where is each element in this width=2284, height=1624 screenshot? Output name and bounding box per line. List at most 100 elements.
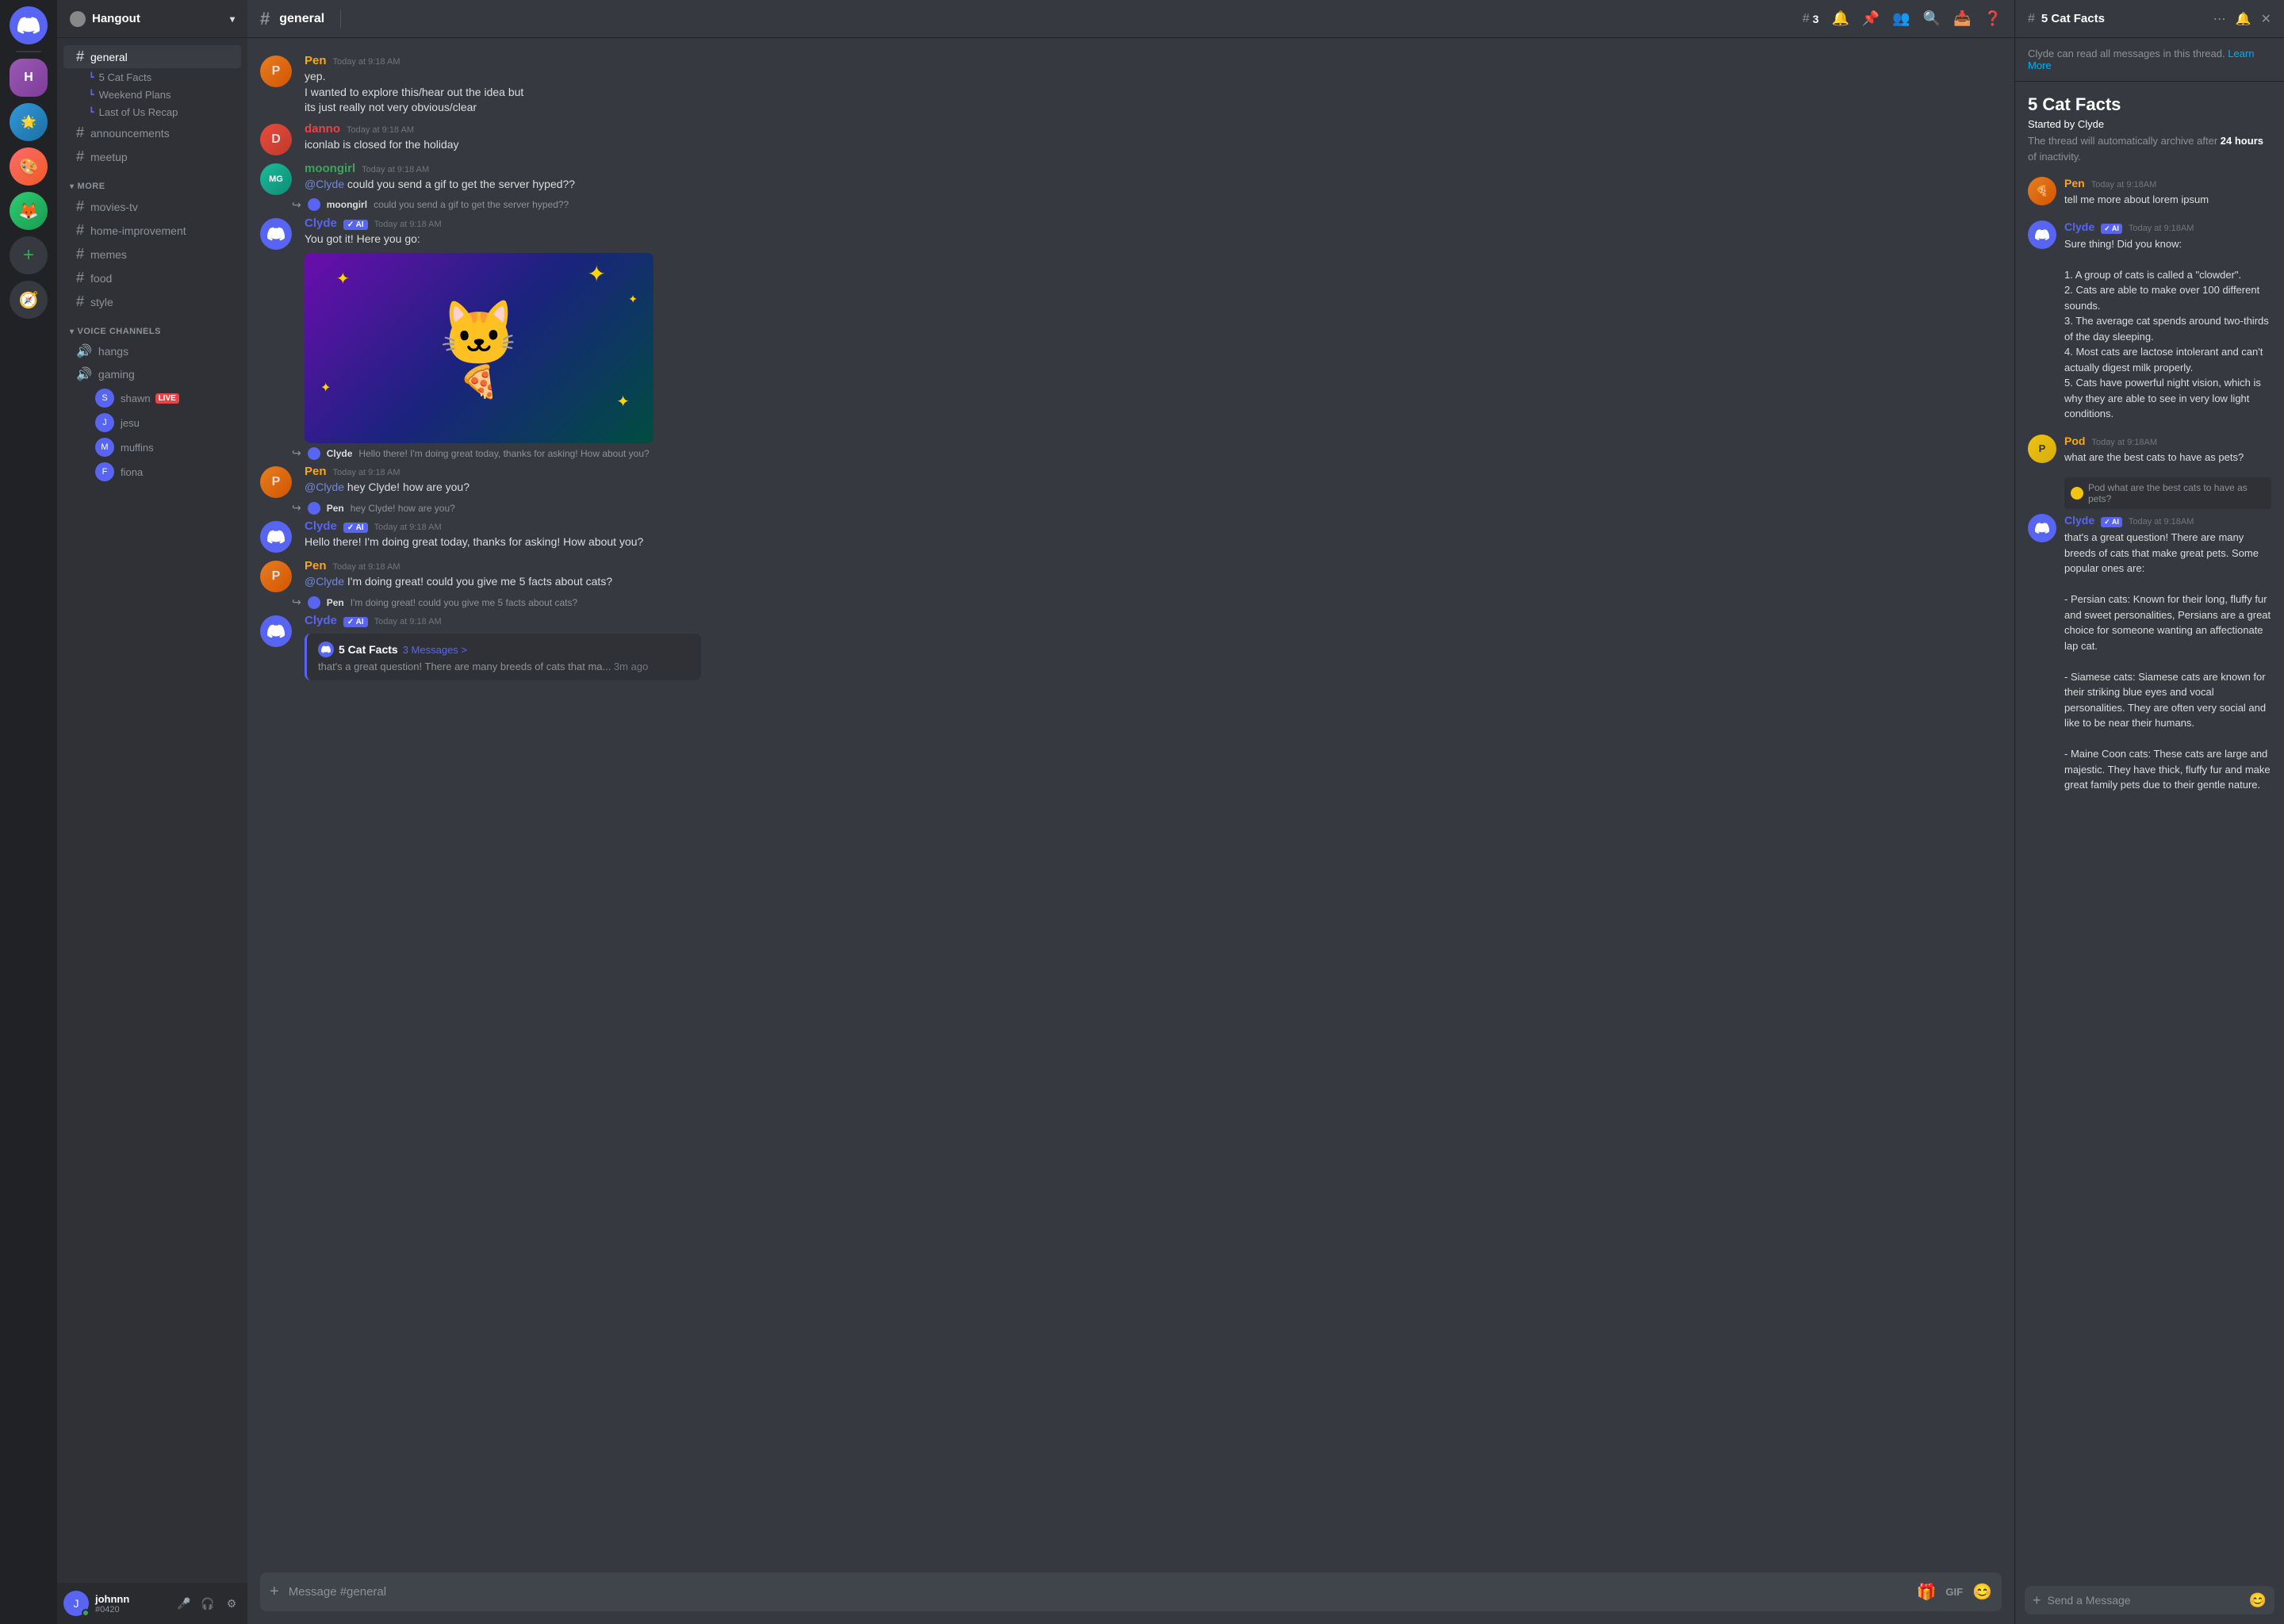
gif-button[interactable]: GIF xyxy=(1945,1576,1963,1607)
voice-user-shawn[interactable]: S shawn LIVE xyxy=(63,386,241,410)
pin-icon[interactable]: 📌 xyxy=(1862,10,1880,27)
channel-name-display: general xyxy=(279,12,324,26)
message-input-field[interactable] xyxy=(289,1576,1907,1608)
server-name-header[interactable]: Hangout ▾ xyxy=(57,0,247,38)
thread-msg-text-pen: tell me more about lorem ipsum xyxy=(2064,192,2271,208)
message-content-danno: danno Today at 9:18 AM iconlab is closed… xyxy=(305,122,2002,155)
voice-channel-gaming[interactable]: 🔊 gaming xyxy=(63,363,241,385)
cat-gif-image: ✦ ✦ ✦ ✦ ✦ 🐱 🍕 xyxy=(305,253,653,443)
voice-user-fiona[interactable]: F fiona xyxy=(63,460,241,484)
discord-home-button[interactable] xyxy=(10,6,48,44)
hangout-server-icon[interactable]: H xyxy=(10,59,48,97)
voice-category-header[interactable]: ▾ VOICE CHANNELS xyxy=(57,314,247,339)
message-author-danno: danno xyxy=(305,122,340,136)
channel-item-style[interactable]: # style xyxy=(63,290,241,313)
reply-avatar-pen-4 xyxy=(308,596,320,609)
deafen-button[interactable]: 🎧 xyxy=(198,1594,217,1613)
thread-msg-text-clyde-facts: Sure thing! Did you know: 1. A group of … xyxy=(2064,236,2271,422)
message-content-clyde-hello: Clyde ✓ AI Today at 9:18 AM Hello there!… xyxy=(305,519,2002,553)
thread-add-button[interactable]: + xyxy=(2033,1592,2041,1609)
inbox-icon[interactable]: 📥 xyxy=(1953,10,1971,27)
voice-channel-name-hangs: hangs xyxy=(98,345,128,358)
channel-item-food[interactable]: # food xyxy=(63,266,241,289)
thread-msg-time-clyde: Today at 9:18AM xyxy=(2129,224,2194,233)
message-text-moongirl: @Clyde could you send a gif to get the s… xyxy=(305,177,2002,193)
threads-icon[interactable]: # 3 xyxy=(1803,12,1819,26)
search-icon[interactable]: 🔍 xyxy=(1923,10,1941,27)
gift-button[interactable]: 🎁 xyxy=(1917,1572,1937,1611)
thread-notification-icon[interactable]: 🔔 xyxy=(2236,11,2251,27)
thread-item-last-of-us[interactable]: ┗ Last of Us Recap xyxy=(63,104,241,121)
thread-started-label: Started by xyxy=(2028,118,2075,130)
message-header-clyde-gif: Clyde ✓ AI Today at 9:18 AM xyxy=(305,216,2002,230)
thread-item-weekend-plans[interactable]: ┗ Weekend Plans xyxy=(63,86,241,103)
avatar-clyde-gif xyxy=(260,218,292,250)
add-attachment-button[interactable]: + xyxy=(270,1573,279,1611)
thread-title-heading: 5 Cat Facts xyxy=(2028,94,2271,115)
reply-arrow-icon: ↩ xyxy=(292,198,301,212)
thread-reply-ref-text: Pod what are the best cats to have as pe… xyxy=(2088,482,2265,504)
message-content-clyde-thread: Clyde ✓ AI Today at 9:18 AM 5 Cat Facts … xyxy=(305,614,2002,680)
server-icon-1[interactable]: 🌟 xyxy=(10,103,48,141)
message-author-moongirl: moongirl xyxy=(305,162,355,175)
hash-icon: # xyxy=(76,148,84,165)
more-category-header[interactable]: ▾ MORE xyxy=(57,169,247,194)
thread-message-input[interactable] xyxy=(2048,1586,2243,1614)
thread-avatar-clyde-facts xyxy=(2028,220,2056,249)
message-header-clyde-hello: Clyde ✓ AI Today at 9:18 AM xyxy=(305,519,2002,533)
thread-msg-header-pod: Pod Today at 9:18AM xyxy=(2064,435,2271,447)
mute-button[interactable]: 🎤 xyxy=(174,1594,194,1613)
thread-more-icon[interactable]: ⋯ xyxy=(2213,11,2226,27)
members-icon[interactable]: 👥 xyxy=(1892,10,1910,27)
settings-button[interactable]: ⚙ xyxy=(222,1594,241,1613)
thread-preview-messages[interactable]: 3 Messages > xyxy=(403,644,467,656)
thread-msg-author-pen: Pen xyxy=(2064,177,2085,190)
channel-header: # general # 3 🔔 📌 👥 🔍 📥 ❓ xyxy=(247,0,2014,38)
voice-username-muffins: muffins xyxy=(121,442,154,454)
voice-username-shawn: shawn xyxy=(121,393,151,404)
message-timestamp-pen-3: Today at 9:18 AM xyxy=(333,562,400,572)
message-group-clyde-hello: Clyde ✓ AI Today at 9:18 AM Hello there!… xyxy=(247,516,2014,556)
channel-item-meetup[interactable]: # meetup xyxy=(63,145,241,168)
notification-bell-icon[interactable]: 🔔 xyxy=(1831,10,1849,27)
thread-avatar-pen: 🍕 xyxy=(2028,177,2056,205)
channel-item-movies-tv[interactable]: # movies-tv xyxy=(63,195,241,218)
message-author-pen-3: Pen xyxy=(305,559,327,573)
add-server-button[interactable]: + xyxy=(10,236,48,274)
channel-name-meetup: meetup xyxy=(90,151,128,163)
emoji-button[interactable]: 😊 xyxy=(1972,1572,1992,1611)
message-timestamp-clyde-thread: Today at 9:18 AM xyxy=(374,617,442,626)
channel-item-home-improvement[interactable]: # home-improvement xyxy=(63,219,241,242)
thread-started-user: Clyde xyxy=(2078,118,2104,130)
thread-name-weekend: Weekend Plans xyxy=(99,89,171,101)
user-avatar-muffins: M xyxy=(95,438,114,457)
message-group-clyde-thread: Clyde ✓ AI Today at 9:18 AM 5 Cat Facts … xyxy=(247,611,2014,684)
server-icon-3[interactable]: 🦊 xyxy=(10,192,48,230)
thread-archive-note: The thread will automatically archive af… xyxy=(2028,133,2271,164)
thread-emoji-button[interactable]: 😊 xyxy=(2249,1592,2267,1609)
thread-ai-badge: ✓ AI xyxy=(2101,224,2122,234)
input-right-buttons: 🎁 GIF 😊 xyxy=(1917,1572,1992,1611)
thread-msg-author-clyde: Clyde xyxy=(2064,220,2094,233)
thread-preview-avatar xyxy=(318,642,334,657)
message-text-clyde-gif: You got it! Here you go: xyxy=(305,232,2002,247)
voice-channel-hangs[interactable]: 🔊 hangs xyxy=(63,340,241,362)
voice-username-jesu: jesu xyxy=(121,417,140,429)
thread-preview-cat-facts[interactable]: 5 Cat Facts 3 Messages > that's a great … xyxy=(305,634,701,680)
help-icon[interactable]: ❓ xyxy=(1984,10,2002,27)
explore-button[interactable]: 🧭 xyxy=(10,281,48,319)
message-header-pen-3: Pen Today at 9:18 AM xyxy=(305,559,2002,573)
thread-close-icon[interactable]: ✕ xyxy=(2261,11,2271,27)
reply-author-clyde-2: Clyde xyxy=(327,448,353,459)
thread-item-cat-facts[interactable]: ┗ 5 Cat Facts xyxy=(63,69,241,86)
channel-item-general[interactable]: # general xyxy=(63,45,241,68)
sparkle-5: ✦ xyxy=(320,380,331,396)
server-icon-2[interactable]: 🎨 xyxy=(10,147,48,186)
message-text-2: I wanted to explore this/hear out the id… xyxy=(305,85,2002,101)
voice-user-jesu[interactable]: J jesu xyxy=(63,411,241,435)
channel-item-memes[interactable]: # memes xyxy=(63,243,241,266)
channel-item-announcements[interactable]: # announcements xyxy=(63,121,241,144)
voice-user-muffins[interactable]: M muffins xyxy=(63,435,241,459)
thread-avatar-pod: P xyxy=(2028,435,2056,463)
message-content-pen-2: Pen Today at 9:18 AM @Clyde hey Clyde! h… xyxy=(305,465,2002,498)
